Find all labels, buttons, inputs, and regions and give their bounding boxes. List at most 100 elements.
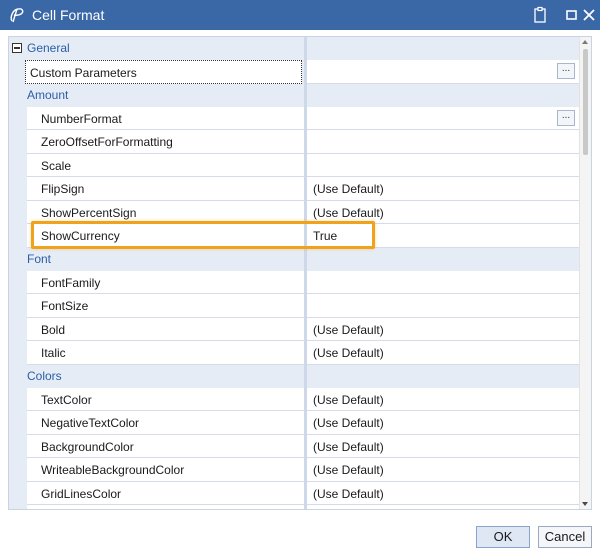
property-value-cell[interactable]: ...	[307, 106, 579, 130]
property-value-cell[interactable]: (Use Default)	[307, 434, 579, 458]
property-value-cell[interactable]: (Use Default)	[307, 341, 579, 365]
property-name-cell[interactable]: BackgroundColor	[27, 434, 304, 458]
property-row[interactable]: FontSize	[9, 294, 579, 318]
property-name: FontFamily	[41, 275, 101, 290]
category-row[interactable]: Font	[9, 247, 579, 271]
property-name: ShowCurrency	[41, 229, 120, 243]
category-row[interactable]: Amount	[9, 83, 579, 107]
column-divider[interactable]	[304, 364, 307, 388]
property-value-cell[interactable]: (Use Default)	[307, 411, 579, 435]
column-divider[interactable]	[304, 37, 307, 60]
property-row[interactable]: Scale	[9, 153, 579, 177]
property-value: (Use Default)	[313, 416, 384, 430]
property-name-cell[interactable]: FlipSign	[27, 177, 304, 201]
property-value-cell[interactable]: (Use Default)	[307, 481, 579, 505]
ellipsis-button[interactable]: ...	[557, 63, 575, 79]
property-value: (Use Default)	[313, 392, 384, 407]
property-row[interactable]: SelectedGridLinesColor(Use Default)	[9, 505, 579, 509]
property-value-cell[interactable]	[307, 270, 579, 294]
property-row[interactable]: FontFamily	[9, 270, 579, 294]
property-name-cell[interactable]: FontSize	[27, 294, 304, 318]
category-label: Font	[27, 251, 52, 266]
property-value-cell[interactable]	[307, 153, 579, 177]
property-name-cell[interactable]: SelectedGridLinesColor	[27, 505, 304, 509]
property-value-cell[interactable]	[307, 294, 579, 318]
column-divider[interactable]	[304, 83, 307, 107]
scrollbar-thumb[interactable]	[583, 49, 588, 155]
property-name-cell[interactable]: NumberFormat	[27, 106, 304, 130]
property-name: WriteableBackgroundColor	[41, 463, 185, 477]
property-name-cell[interactable]: Italic	[27, 341, 304, 365]
property-name: Italic	[41, 346, 66, 360]
property-row[interactable]: ZeroOffsetForFormatting	[9, 130, 579, 154]
property-value: (Use Default)	[313, 463, 384, 477]
property-row[interactable]: FlipSign (Use Default)	[9, 177, 579, 201]
property-row[interactable]: Custom Parameters...	[9, 60, 579, 84]
property-name: GridLinesColor	[41, 486, 122, 501]
property-value-cell[interactable]: (Use Default)	[307, 200, 579, 224]
category-label: General	[27, 41, 70, 55]
property-grid[interactable]: General Custom Parameters... Amount NumberF…	[8, 36, 592, 510]
title-bar[interactable]: Cell Format	[0, 0, 600, 30]
property-name-cell[interactable]: GridLinesColor	[27, 481, 304, 505]
property-name: Custom Parameters	[30, 66, 137, 80]
property-row[interactable]: WriteableBackgroundColor (Use Default)	[9, 458, 579, 482]
property-name-cell[interactable]: FontFamily	[27, 270, 304, 294]
cancel-button[interactable]: Cancel	[538, 526, 592, 548]
property-name: BackgroundColor	[41, 439, 134, 454]
property-value-cell[interactable]	[307, 130, 579, 154]
property-name: ZeroOffsetForFormatting	[41, 135, 173, 149]
property-row[interactable]: TextColor (Use Default)	[9, 387, 579, 411]
property-row[interactable]: ShowPercentSign (Use Default)	[9, 200, 579, 224]
ellipsis-button[interactable]: ...	[557, 109, 575, 126]
property-value-cell[interactable]: ...	[307, 60, 579, 84]
property-name: Scale	[41, 158, 72, 173]
property-name: ShowPercentSign	[41, 205, 137, 220]
property-name-cell[interactable]: ShowPercentSign	[27, 200, 304, 224]
property-value-cell[interactable]: (Use Default)	[307, 177, 579, 201]
property-value: (Use Default)	[313, 322, 384, 337]
vertical-scrollbar[interactable]	[579, 37, 591, 509]
property-row[interactable]: NegativeTextColor (Use Default)	[9, 411, 579, 435]
column-divider[interactable]	[304, 247, 307, 271]
property-name-cell[interactable]: WriteableBackgroundColor	[27, 458, 304, 482]
property-value: (Use Default)	[313, 182, 384, 196]
property-name-cell[interactable]: Bold	[27, 317, 304, 341]
window-title: Cell Format	[32, 7, 105, 23]
property-name-cell[interactable]: Custom Parameters	[25, 60, 302, 84]
property-value-cell[interactable]: (Use Default)	[307, 458, 579, 482]
property-name-cell[interactable]: ZeroOffsetForFormatting	[27, 130, 304, 154]
clipboard-icon[interactable]	[531, 6, 549, 24]
property-name: NumberFormat	[41, 111, 122, 126]
property-row[interactable]: Italic (Use Default)	[9, 341, 579, 365]
property-value-cell[interactable]: (Use Default)	[307, 387, 579, 411]
property-value: (Use Default)	[313, 205, 384, 220]
ok-button[interactable]: OK	[476, 526, 530, 548]
property-row[interactable]: NumberFormat...	[9, 106, 579, 130]
property-value-cell[interactable]: (Use Default)	[307, 505, 579, 509]
collapse-toggle-icon[interactable]	[12, 43, 22, 53]
category-row[interactable]: Colors	[9, 364, 579, 388]
property-value: (Use Default)	[313, 439, 384, 454]
maximize-icon[interactable]	[563, 6, 581, 24]
scroll-up-icon[interactable]	[582, 40, 588, 44]
property-name-cell[interactable]: NegativeTextColor	[27, 411, 304, 435]
property-row[interactable]: BackgroundColor (Use Default)	[9, 434, 579, 458]
property-name-cell[interactable]: ShowCurrency	[27, 224, 304, 248]
property-row[interactable]: ShowCurrency True	[9, 224, 579, 248]
property-value: True	[313, 229, 338, 243]
property-name-cell[interactable]: Scale	[27, 153, 304, 177]
property-row[interactable]: Bold (Use Default)	[9, 317, 579, 341]
property-row[interactable]: GridLinesColor (Use Default)	[9, 481, 579, 505]
category-label: Colors	[27, 368, 62, 383]
property-value-cell[interactable]: (Use Default)	[307, 317, 579, 341]
scroll-down-icon[interactable]	[582, 502, 588, 506]
close-icon[interactable]	[580, 6, 598, 24]
category-row[interactable]: General	[9, 37, 579, 60]
property-name: TextColor	[41, 392, 92, 407]
property-rows: General Custom Parameters... Amount NumberF…	[9, 37, 579, 509]
property-value-cell[interactable]: True	[307, 224, 579, 248]
property-name-cell[interactable]: TextColor	[27, 387, 304, 411]
property-value: (Use Default)	[313, 346, 384, 360]
app-logo-icon	[10, 8, 24, 23]
